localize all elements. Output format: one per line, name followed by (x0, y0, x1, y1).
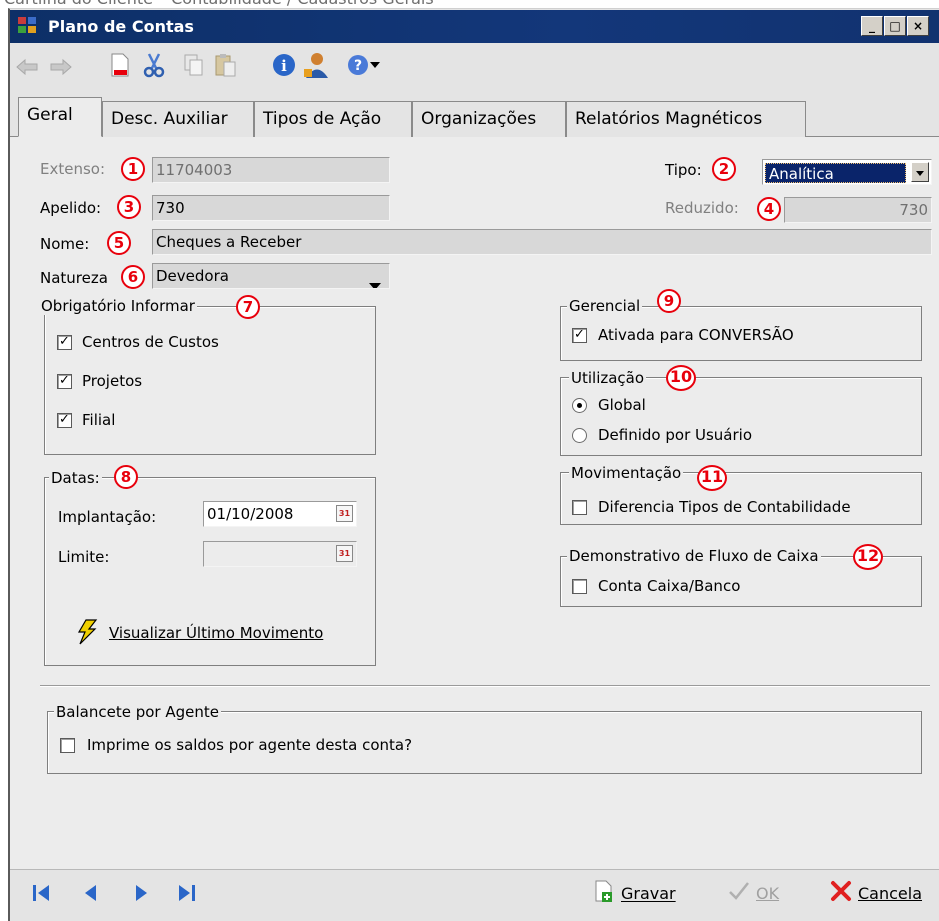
natureza-select[interactable]: Devedora (152, 263, 390, 289)
minimize-button[interactable]: _ (861, 16, 883, 36)
info-icon[interactable]: i (270, 51, 298, 79)
tab-desc-auxiliar[interactable]: Desc. Auxiliar (102, 101, 254, 137)
nome-label: Nome: (40, 235, 90, 253)
close-button[interactable]: × (907, 16, 929, 36)
cancela-button[interactable]: Cancela (830, 880, 922, 906)
implantacao-date-field[interactable]: 01/10/2008 31 (203, 501, 357, 527)
obrigatorio-title: Obrigatório Informar (39, 297, 197, 315)
gerencial-title: Gerencial (567, 297, 643, 315)
cancel-x-icon (830, 880, 852, 906)
filial-label: Filial (82, 411, 116, 429)
projetos-checkbox[interactable]: ✓ (57, 374, 72, 389)
window-title: Plano de Contas (48, 17, 194, 36)
reduzido-label: Reduzido: (665, 199, 739, 217)
natureza-label: Natureza (40, 269, 108, 287)
diferencia-tipos-label: Diferencia Tipos de Contabilidade (598, 498, 851, 516)
callout-badge-11: 11 (697, 465, 727, 491)
lightning-icon (76, 619, 98, 645)
app-caption: Cartilha do Cliente – Contabilidade / Ca… (4, 0, 434, 8)
user-icon[interactable] (302, 51, 330, 79)
tipo-label: Tipo: (665, 161, 702, 179)
callout-badge-9: 9 (657, 289, 681, 313)
conta-caixa-banco-checkbox[interactable] (572, 579, 587, 594)
reduzido-field[interactable]: 730 (784, 197, 932, 223)
svg-text:i: i (281, 57, 287, 75)
copy-icon[interactable] (180, 51, 208, 79)
tab-tipos-de-acao[interactable]: Tipos de Ação (254, 101, 412, 137)
imprime-saldos-label: Imprime os saldos por agente desta conta… (87, 736, 413, 754)
callout-badge-3: 3 (117, 195, 141, 219)
natureza-selected-value: Devedora (156, 267, 229, 285)
ativada-conversao-checkbox[interactable]: ✓ (572, 328, 587, 343)
diferencia-tipos-checkbox[interactable] (572, 500, 587, 515)
utilizacao-group (560, 377, 922, 456)
utilizacao-title: Utilização (569, 369, 647, 387)
conta-caixa-banco-label: Conta Caixa/Banco (598, 577, 741, 595)
implantacao-value: 01/10/2008 (207, 505, 294, 523)
save-icon (593, 879, 615, 907)
global-radio[interactable] (572, 398, 587, 413)
gravar-label: Gravar (621, 883, 676, 903)
definido-por-usuario-label: Definido por Usuário (598, 426, 753, 444)
maximize-button[interactable]: □ (884, 16, 906, 36)
apelido-field[interactable]: 730 (152, 195, 390, 221)
implantacao-label: Implantação: (58, 508, 157, 526)
centros-de-custos-label: Centros de Custos (82, 333, 219, 351)
tipo-dropdown-arrow-icon[interactable] (911, 162, 929, 182)
fluxo-caixa-title: Demonstrativo de Fluxo de Caixa (567, 547, 821, 565)
filial-checkbox[interactable]: ✓ (57, 413, 72, 428)
tipo-selected-value: Analítica (765, 163, 906, 183)
redo-icon[interactable] (46, 51, 74, 79)
movimentacao-title: Movimentação (569, 464, 684, 482)
callout-badge-1: 1 (121, 157, 145, 181)
callout-badge-8: 8 (114, 465, 138, 489)
cancela-label: Cancela (858, 883, 923, 903)
calendar-icon[interactable]: 31 (336, 545, 353, 562)
app-icon (18, 17, 38, 35)
global-label: Global (598, 396, 646, 414)
callout-badge-5: 5 (107, 231, 131, 255)
svg-text:?: ? (354, 58, 362, 74)
calendar-icon[interactable]: 31 (336, 505, 353, 522)
natureza-dropdown-arrow-icon[interactable] (369, 273, 381, 288)
limite-label: Limite: (58, 548, 110, 566)
callout-badge-6: 6 (121, 265, 145, 289)
tab-organizacoes[interactable]: Organizações (412, 101, 566, 137)
callout-badge-7: 7 (236, 295, 260, 319)
checkmark-icon (728, 880, 750, 906)
paste-icon[interactable] (212, 51, 240, 79)
ok-button[interactable]: OK (728, 880, 779, 906)
ok-label: OK (756, 883, 780, 903)
projetos-label: Projetos (82, 372, 143, 390)
divider (40, 685, 930, 687)
undo-icon[interactable] (14, 51, 42, 79)
last-icon[interactable] (176, 882, 198, 904)
new-document-icon[interactable] (106, 51, 134, 79)
imprime-saldos-checkbox[interactable] (60, 738, 75, 753)
callout-badge-10: 10 (666, 365, 696, 391)
tab-relatorios-magneticos[interactable]: Relatórios Magnéticos (566, 101, 806, 137)
callout-badge-2: 2 (712, 157, 736, 181)
previous-icon[interactable] (80, 882, 102, 904)
nome-field[interactable]: Cheques a Receber (152, 229, 932, 255)
gravar-button[interactable]: Gravar (593, 880, 676, 906)
ativada-conversao-label: Ativada para CONVERSÃO (598, 326, 794, 344)
definido-por-usuario-radio[interactable] (572, 428, 587, 443)
extenso-label: Extenso: (40, 160, 106, 178)
tipo-select[interactable]: Analítica (762, 159, 932, 185)
balancete-title: Balancete por Agente (54, 703, 221, 721)
datas-title: Datas: (49, 469, 102, 487)
callout-badge-12: 12 (853, 544, 883, 570)
next-icon[interactable] (130, 882, 152, 904)
first-icon[interactable] (30, 882, 52, 904)
limite-date-field[interactable]: 31 (203, 541, 357, 567)
callout-badge-4: 4 (757, 197, 781, 221)
extenso-field[interactable]: 11704003 (152, 157, 390, 183)
apelido-label: Apelido: (40, 199, 102, 217)
centros-de-custos-checkbox[interactable]: ✓ (57, 335, 72, 350)
dropdown-arrow-icon[interactable] (367, 51, 383, 79)
tab-geral[interactable]: Geral (18, 97, 102, 137)
visualizar-ultimo-movimento-link[interactable]: Visualizar Último Movimento (109, 624, 323, 642)
cut-icon[interactable] (140, 51, 168, 79)
